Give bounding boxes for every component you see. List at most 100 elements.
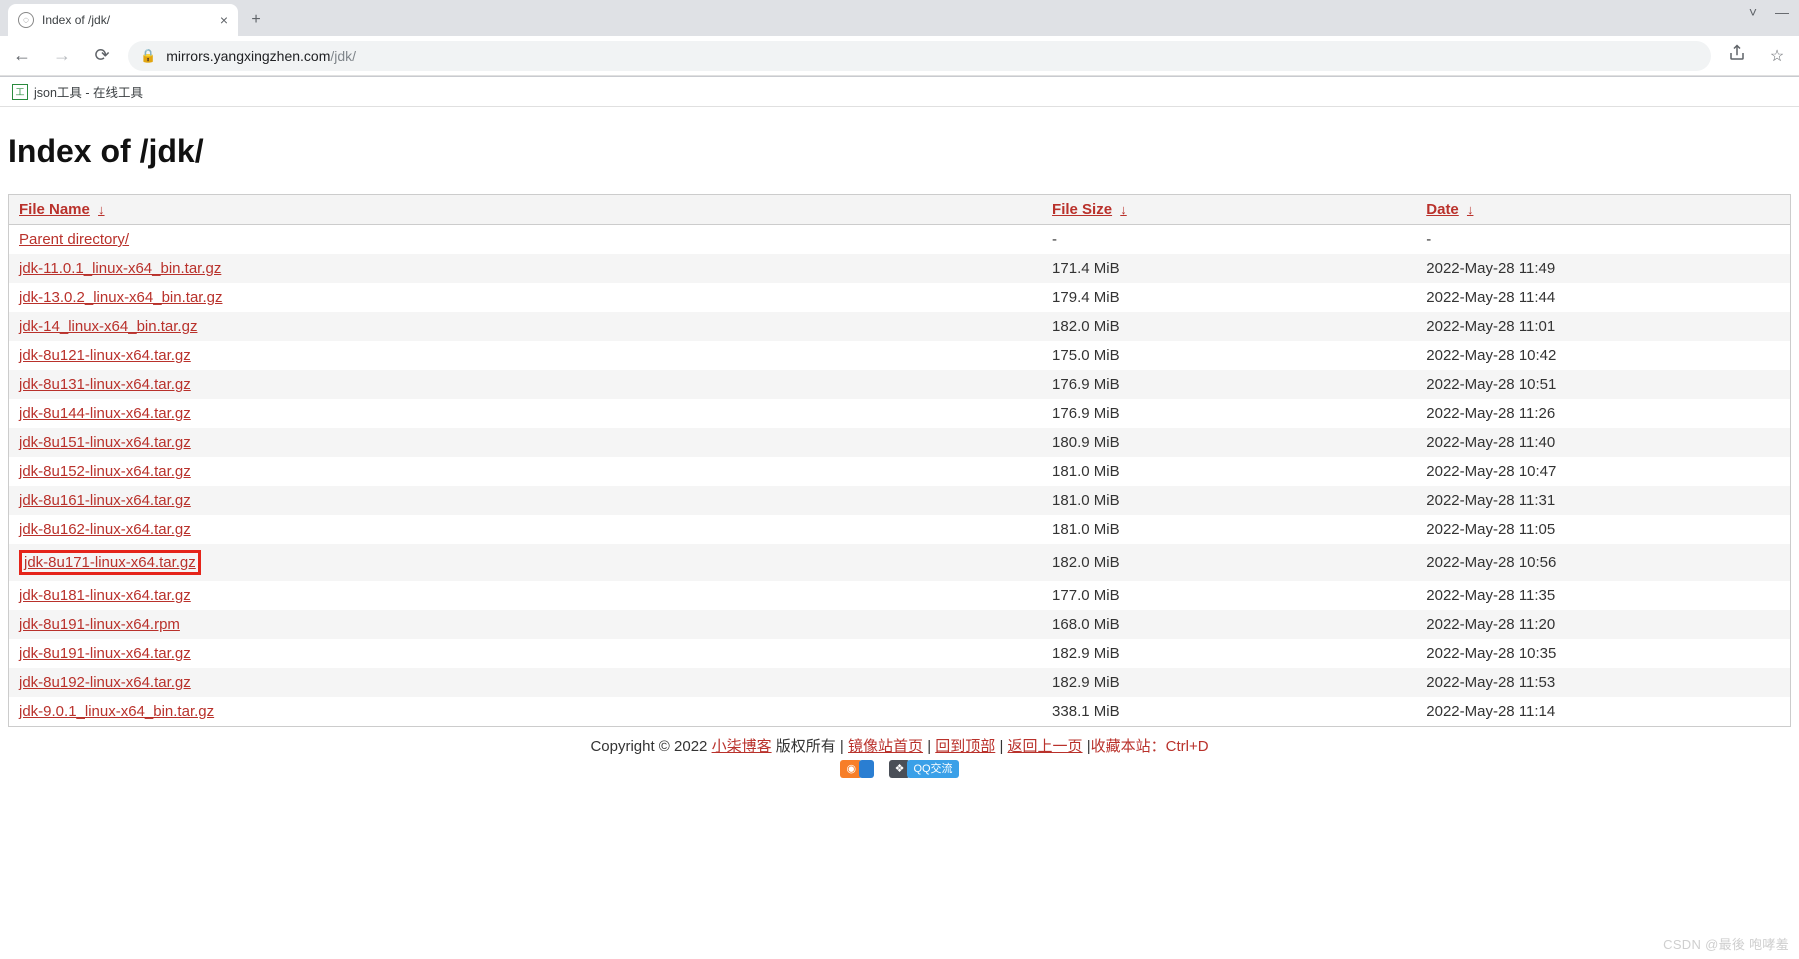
- bookmark-favicon: 工: [12, 84, 28, 100]
- cell-date: 2022-May-28 11:40: [1416, 428, 1790, 457]
- cell-filename: jdk-8u161-linux-x64.tar.gz: [9, 486, 1043, 515]
- highlight-box: jdk-8u171-linux-x64.tar.gz: [19, 550, 201, 575]
- cell-filesize: 181.0 MiB: [1042, 486, 1416, 515]
- cell-date: -: [1416, 225, 1790, 255]
- page-content: Index of /jdk/ File Name ↓ File Size ↓ D…: [0, 107, 1799, 780]
- cell-filesize: 176.9 MiB: [1042, 399, 1416, 428]
- cell-filename: jdk-13.0.2_linux-x64_bin.tar.gz: [9, 283, 1043, 312]
- cell-date: 2022-May-28 11:01: [1416, 312, 1790, 341]
- file-link[interactable]: jdk-8u161-linux-x64.tar.gz: [19, 492, 191, 509]
- sort-arrow-icon[interactable]: ↓: [98, 202, 105, 217]
- cell-date: 2022-May-28 10:47: [1416, 457, 1790, 486]
- share-icon[interactable]: [1723, 44, 1751, 67]
- sort-arrow-icon[interactable]: ↓: [1467, 202, 1474, 217]
- cell-date: 2022-May-28 11:53: [1416, 668, 1790, 697]
- table-row: jdk-8u162-linux-x64.tar.gz181.0 MiB2022-…: [9, 515, 1791, 544]
- cell-filesize: 179.4 MiB: [1042, 283, 1416, 312]
- cell-filesize: 168.0 MiB: [1042, 610, 1416, 639]
- cell-filename: jdk-8u171-linux-x64.tar.gz: [9, 544, 1043, 581]
- back-button[interactable]: ←: [8, 42, 36, 70]
- cell-date: 2022-May-28 11:20: [1416, 610, 1790, 639]
- file-link[interactable]: jdk-8u152-linux-x64.tar.gz: [19, 463, 191, 480]
- address-bar[interactable]: 🔒 mirrors.yangxingzhen.com/jdk/: [128, 41, 1711, 71]
- cell-filename: jdk-8u121-linux-x64.tar.gz: [9, 341, 1043, 370]
- chevron-down-icon[interactable]: ˅: [1749, 4, 1757, 20]
- forward-button[interactable]: →: [48, 42, 76, 70]
- file-link[interactable]: jdk-11.0.1_linux-x64_bin.tar.gz: [19, 260, 221, 277]
- file-link[interactable]: jdk-8u191-linux-x64.rpm: [19, 616, 180, 633]
- file-link[interactable]: jdk-13.0.2_linux-x64_bin.tar.gz: [19, 289, 222, 306]
- bookmark-item[interactable]: json工具 - 在线工具: [34, 82, 143, 101]
- cell-filesize: 181.0 MiB: [1042, 515, 1416, 544]
- cell-filesize: -: [1042, 225, 1416, 255]
- file-link[interactable]: jdk-8u192-linux-x64.tar.gz: [19, 674, 191, 691]
- mirror-home-link[interactable]: 镜像站首页: [848, 738, 923, 755]
- file-link[interactable]: jdk-8u131-linux-x64.tar.gz: [19, 376, 191, 393]
- page-title: Index of /jdk/: [8, 133, 1791, 170]
- cell-filename: jdk-8u152-linux-x64.tar.gz: [9, 457, 1043, 486]
- watermark: CSDN @最後 咆哮羞: [1663, 934, 1789, 953]
- sort-arrow-icon[interactable]: ↓: [1120, 202, 1127, 217]
- file-link[interactable]: jdk-8u181-linux-x64.tar.gz: [19, 587, 191, 604]
- table-row: jdk-11.0.1_linux-x64_bin.tar.gz171.4 MiB…: [9, 254, 1791, 283]
- directory-listing-table: File Name ↓ File Size ↓ Date ↓ Parent di…: [8, 194, 1791, 727]
- rights-text: 版权所有: [776, 738, 840, 755]
- browser-tab[interactable]: ◌ Index of /jdk/ ×: [8, 4, 238, 36]
- window-controls: ˅ —: [1749, 4, 1795, 20]
- cell-filename: jdk-8u192-linux-x64.tar.gz: [9, 668, 1043, 697]
- cell-date: 2022-May-28 10:51: [1416, 370, 1790, 399]
- table-row: jdk-8u181-linux-x64.tar.gz177.0 MiB2022-…: [9, 581, 1791, 610]
- table-row: jdk-9.0.1_linux-x64_bin.tar.gz338.1 MiB2…: [9, 697, 1791, 727]
- table-row: jdk-8u131-linux-x64.tar.gz176.9 MiB2022-…: [9, 370, 1791, 399]
- tab-strip: ◌ Index of /jdk/ × +: [0, 0, 1799, 36]
- copyright-text: Copyright © 2022: [590, 738, 711, 755]
- table-row: jdk-8u144-linux-x64.tar.gz 176.9 MiB2022-…: [9, 399, 1791, 428]
- lock-icon: 🔒: [140, 48, 156, 64]
- table-row: jdk-8u152-linux-x64.tar.gz181.0 MiB2022-…: [9, 457, 1791, 486]
- badge-text[interactable]: [859, 760, 874, 778]
- reload-button[interactable]: ⟳: [88, 42, 116, 70]
- star-icon[interactable]: ☆: [1763, 46, 1791, 66]
- cell-date: 2022-May-28 10:35: [1416, 639, 1790, 668]
- back-prev-link[interactable]: 返回上一页: [1008, 738, 1083, 755]
- cell-filesize: 182.0 MiB: [1042, 312, 1416, 341]
- file-link[interactable]: jdk-8u151-linux-x64.tar.gz: [19, 434, 191, 451]
- header-date[interactable]: Date ↓: [1416, 195, 1790, 225]
- file-link[interactable]: jdk-9.0.1_linux-x64_bin.tar.gz: [19, 703, 214, 720]
- table-row: jdk-8u151-linux-x64.tar.gz 180.9 MiB2022-…: [9, 428, 1791, 457]
- close-icon[interactable]: ×: [220, 12, 228, 28]
- browser-chrome: ˅ — ◌ Index of /jdk/ × + ← → ⟳ 🔒 mirrors…: [0, 0, 1799, 77]
- cell-filename: jdk-9.0.1_linux-x64_bin.tar.gz: [9, 697, 1043, 727]
- bookmarks-bar: 工 json工具 - 在线工具: [0, 77, 1799, 107]
- file-link[interactable]: jdk-8u144-linux-x64.tar.gz: [19, 405, 191, 422]
- table-row: jdk-8u192-linux-x64.tar.gz 182.9 MiB2022-…: [9, 668, 1791, 697]
- back-top-link[interactable]: 回到顶部: [935, 738, 995, 755]
- qq-badge-text[interactable]: QQ交流: [907, 760, 958, 778]
- cell-filesize: 180.9 MiB: [1042, 428, 1416, 457]
- minimize-icon[interactable]: —: [1775, 4, 1789, 20]
- cell-filesize: 182.0 MiB: [1042, 544, 1416, 581]
- header-filesize[interactable]: File Size ↓: [1042, 195, 1416, 225]
- cell-filename: jdk-8u151-linux-x64.tar.gz: [9, 428, 1043, 457]
- table-row: jdk-8u191-linux-x64.tar.gz 182.9 MiB2022-…: [9, 639, 1791, 668]
- cell-filename: jdk-8u191-linux-x64.tar.gz: [9, 639, 1043, 668]
- cell-filesize: 182.9 MiB: [1042, 668, 1416, 697]
- file-link[interactable]: jdk-8u191-linux-x64.tar.gz: [19, 645, 191, 662]
- file-link[interactable]: jdk-8u162-linux-x64.tar.gz: [19, 521, 191, 538]
- cell-filesize: 177.0 MiB: [1042, 581, 1416, 610]
- file-link[interactable]: jdk-8u121-linux-x64.tar.gz: [19, 347, 191, 364]
- file-link[interactable]: jdk-8u171-linux-x64.tar.gz: [24, 554, 196, 571]
- cell-filename: jdk-8u191-linux-x64.rpm: [9, 610, 1043, 639]
- cell-filesize: 182.9 MiB: [1042, 639, 1416, 668]
- file-link[interactable]: Parent directory/: [19, 231, 129, 248]
- new-tab-button[interactable]: +: [242, 6, 270, 34]
- url-text: mirrors.yangxingzhen.com/jdk/: [166, 48, 356, 64]
- table-row: jdk-8u121-linux-x64.tar.gz175.0 MiB2022-…: [9, 341, 1791, 370]
- cell-filename: jdk-8u162-linux-x64.tar.gz: [9, 515, 1043, 544]
- cell-filesize: 175.0 MiB: [1042, 341, 1416, 370]
- header-filename[interactable]: File Name ↓: [9, 195, 1043, 225]
- cell-date: 2022-May-28 11:26: [1416, 399, 1790, 428]
- blog-link[interactable]: 小柒博客: [712, 738, 772, 755]
- table-row: jdk-14_linux-x64_bin.tar.gz 182.0 MiB2022…: [9, 312, 1791, 341]
- file-link[interactable]: jdk-14_linux-x64_bin.tar.gz: [19, 318, 197, 335]
